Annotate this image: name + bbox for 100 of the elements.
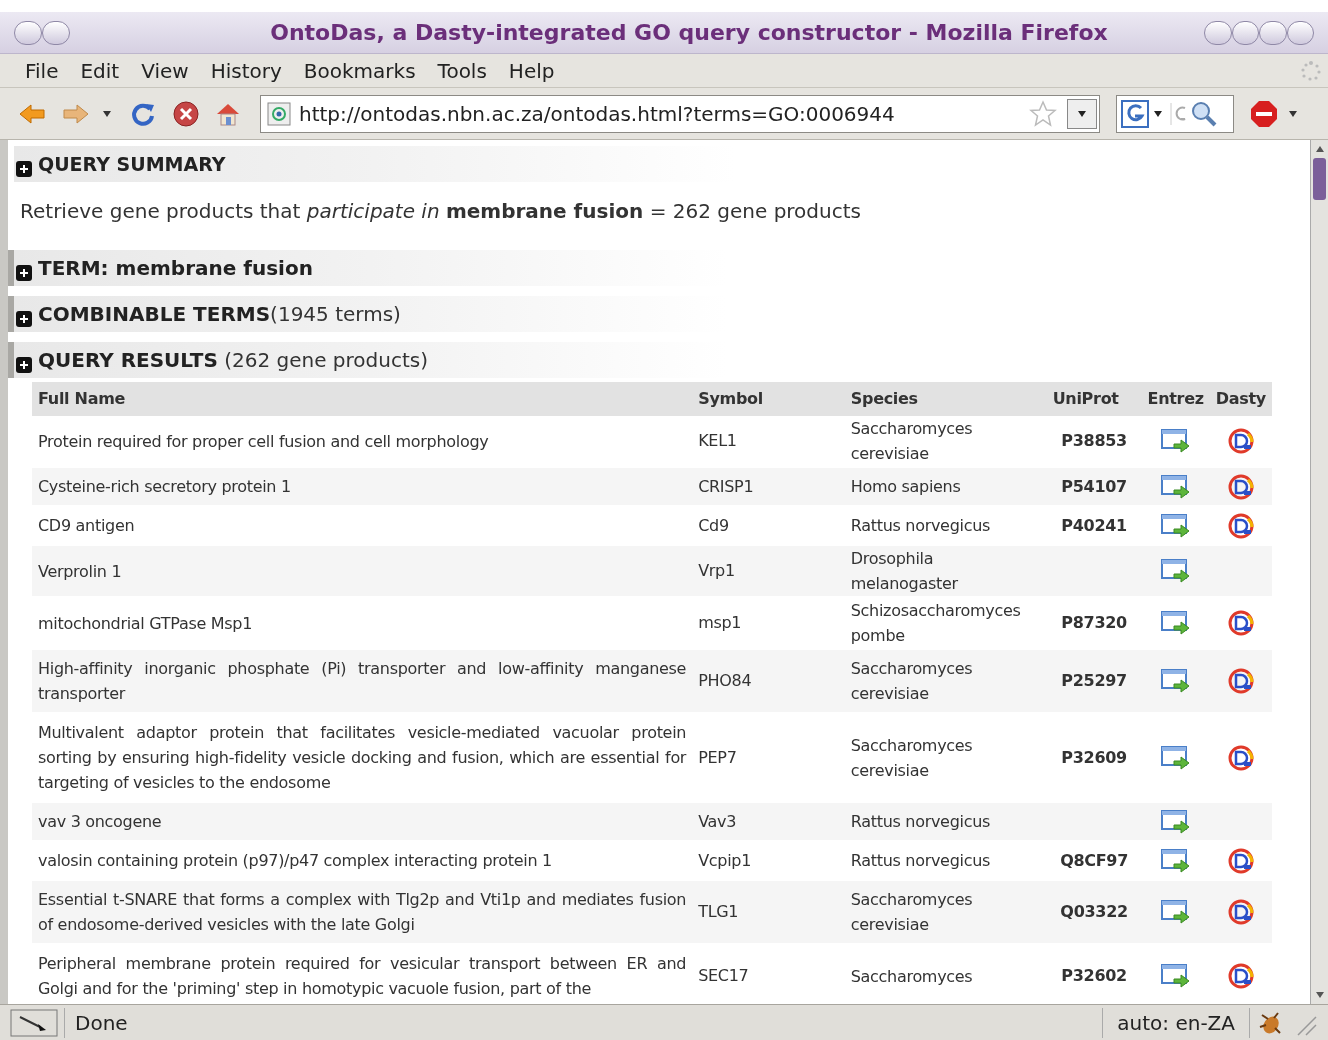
table-cell-text: Rattus norvegicus xyxy=(849,850,992,872)
dasty-logo-icon[interactable] xyxy=(1227,744,1254,771)
table-cell: Drosophila melanogaster xyxy=(844,545,1047,597)
window-title: OntoDas, a Dasty-integrated GO query constructor - Mozilla Firefox xyxy=(269,19,1109,47)
history-dropdown-button[interactable] xyxy=(1067,98,1097,129)
dasty-logo-icon[interactable] xyxy=(1227,473,1254,500)
menu-item[interactable]: File xyxy=(14,53,70,88)
scrollbar[interactable] xyxy=(1310,140,1328,1004)
uniprot-link[interactable]: P25297 xyxy=(1061,671,1127,690)
window-button[interactable] xyxy=(1204,20,1232,45)
bookmark-star-icon[interactable] xyxy=(1029,99,1057,128)
dasty-logo-icon[interactable] xyxy=(1227,610,1254,636)
external-link-icon[interactable] xyxy=(1160,558,1191,584)
dasty-logo-icon[interactable] xyxy=(1227,428,1254,454)
adblock-icon[interactable] xyxy=(1250,99,1278,128)
dropdown-icon[interactable] xyxy=(1288,109,1298,118)
table-cell-text: CD9 antigen xyxy=(37,515,136,537)
window-button[interactable] xyxy=(1286,20,1314,45)
status-text: Done xyxy=(64,1007,1097,1038)
uniprot-link[interactable]: P54107 xyxy=(1061,476,1127,496)
external-link-icon[interactable] xyxy=(1160,473,1191,500)
uniprot-link[interactable]: P40241 xyxy=(1061,515,1127,535)
dasty-logo-icon[interactable] xyxy=(1227,668,1254,694)
dasty-logo-icon[interactable] xyxy=(1227,899,1254,925)
table-cell-text: Vcpip1 xyxy=(697,849,753,872)
table-cell-text: Saccharomyces cerevisiae xyxy=(849,734,974,782)
section-title: QUERY SUMMARY xyxy=(38,151,226,177)
table-cell-text: Schizosaccharomyces pombe xyxy=(849,600,1022,647)
window-button[interactable] xyxy=(14,20,42,45)
menu-item[interactable]: History xyxy=(199,53,293,88)
table-cell-text: Cd9 xyxy=(697,514,730,537)
table-cell-text: msp1 xyxy=(697,612,743,634)
section-title: TERM: membrane fusion xyxy=(38,255,313,282)
uniprot-link[interactable]: P87320 xyxy=(1061,613,1127,632)
column-header[interactable]: Entrez xyxy=(1141,382,1210,416)
table-cell-text: valosin containing protein (p97)/p47 complex interacting protein 1 xyxy=(37,850,553,872)
expand-icon[interactable] xyxy=(16,161,32,177)
dasty-logo-icon[interactable] xyxy=(1227,512,1254,539)
window-button[interactable] xyxy=(1259,20,1287,45)
menu-item[interactable]: View xyxy=(130,53,200,88)
table-cell: Rattus norvegicus xyxy=(844,802,1047,841)
table-cell: Verprolin 1 xyxy=(32,545,693,597)
uniprot-link[interactable]: Q8CF97 xyxy=(1060,850,1129,870)
menu-item[interactable]: Edit xyxy=(69,53,131,88)
table-cell: Saccharomyces cerevisiae xyxy=(844,416,1047,467)
external-link-icon[interactable] xyxy=(1160,744,1191,771)
table-cell: TLG1 xyxy=(692,880,845,944)
back-icon[interactable] xyxy=(18,101,46,126)
table-cell: Vav3 xyxy=(692,802,845,841)
external-link-icon[interactable] xyxy=(1160,428,1191,454)
search-engine-icon[interactable] xyxy=(1121,98,1165,129)
uniprot-link[interactable]: P38853 xyxy=(1061,431,1127,450)
menu-item[interactable]: Help xyxy=(497,53,566,88)
column-header[interactable]: Full Name xyxy=(32,382,693,416)
table-cell: CRISP1 xyxy=(692,467,845,506)
table-cell: Vrp1 xyxy=(692,545,845,597)
dasty-logo-icon[interactable] xyxy=(1227,963,1254,989)
table-cell: vav 3 oncogene xyxy=(32,802,693,841)
menu-item[interactable]: Tools xyxy=(426,53,498,88)
external-link-icon[interactable] xyxy=(1160,668,1191,694)
window-button[interactable] xyxy=(42,20,70,45)
table-cell-text: Multivalent adaptor protein that facilitates vesicle-mediated vacuolar protein sorting by ensuring high-fidelity vesicle docking and fusion, which are essential for targeting of vesicles to the endosome xyxy=(37,722,688,794)
table-cell: PHO84 xyxy=(692,649,845,713)
column-header[interactable]: Dasty xyxy=(1209,382,1272,416)
table-cell: KEL1 xyxy=(692,416,845,467)
column-header[interactable]: UniProt xyxy=(1046,382,1142,416)
external-link-icon[interactable] xyxy=(1160,610,1191,636)
language-indicator[interactable]: auto: en-ZA xyxy=(1102,1007,1250,1038)
uniprot-link[interactable]: Q03322 xyxy=(1060,902,1128,921)
scroll-thumb[interactable] xyxy=(1313,158,1326,200)
column-header[interactable]: Symbol xyxy=(692,382,845,416)
dasty-logo-icon[interactable] xyxy=(1227,847,1254,874)
table-cell-text: Peripheral membrane protein required for vesicular transport between ER and Golgi and for the 'priming' step in homotypic vacuole fusion, part of the xyxy=(37,953,688,1000)
table-cell: Saccharomyces cerevisiae xyxy=(844,880,1047,944)
table-cell-text: mitochondrial GTPase Msp1 xyxy=(37,612,254,635)
table-cell: Protein required for proper cell fusion and cell morphology xyxy=(32,416,693,467)
uniprot-link[interactable]: P32602 xyxy=(1061,966,1127,985)
table-cell: Saccharomyces cerevisiae xyxy=(844,649,1047,713)
throbber-icon xyxy=(1300,59,1322,82)
section-title: QUERY RESULTS (262 gene products) xyxy=(38,347,429,374)
address-field[interactable]: http://ontodas.nbn.ac.za/ontodas.html?terms=GO:0006944 xyxy=(260,94,1100,133)
external-link-icon[interactable] xyxy=(1160,899,1191,925)
search-field[interactable] xyxy=(1116,94,1234,133)
expand-icon[interactable] xyxy=(16,311,32,327)
stop-icon[interactable] xyxy=(172,99,200,128)
external-link-icon[interactable] xyxy=(1160,512,1191,539)
menu-item[interactable]: Bookmarks xyxy=(292,53,427,88)
column-header[interactable]: Species xyxy=(844,382,1047,416)
window-button[interactable] xyxy=(1231,20,1259,45)
dropdown-icon[interactable] xyxy=(102,109,112,118)
table-cell-text: Saccharomyces xyxy=(849,965,974,988)
table-cell-text: Rattus norvegicus xyxy=(849,515,992,537)
external-link-icon[interactable] xyxy=(1160,847,1191,874)
external-link-icon[interactable] xyxy=(1160,808,1191,835)
expand-icon[interactable] xyxy=(16,265,32,281)
table-cell: Homo sapiens xyxy=(844,467,1047,506)
favicon-icon xyxy=(267,101,291,126)
external-link-icon[interactable] xyxy=(1160,963,1191,989)
expand-icon[interactable] xyxy=(16,357,32,373)
uniprot-link[interactable]: P32609 xyxy=(1061,747,1127,767)
